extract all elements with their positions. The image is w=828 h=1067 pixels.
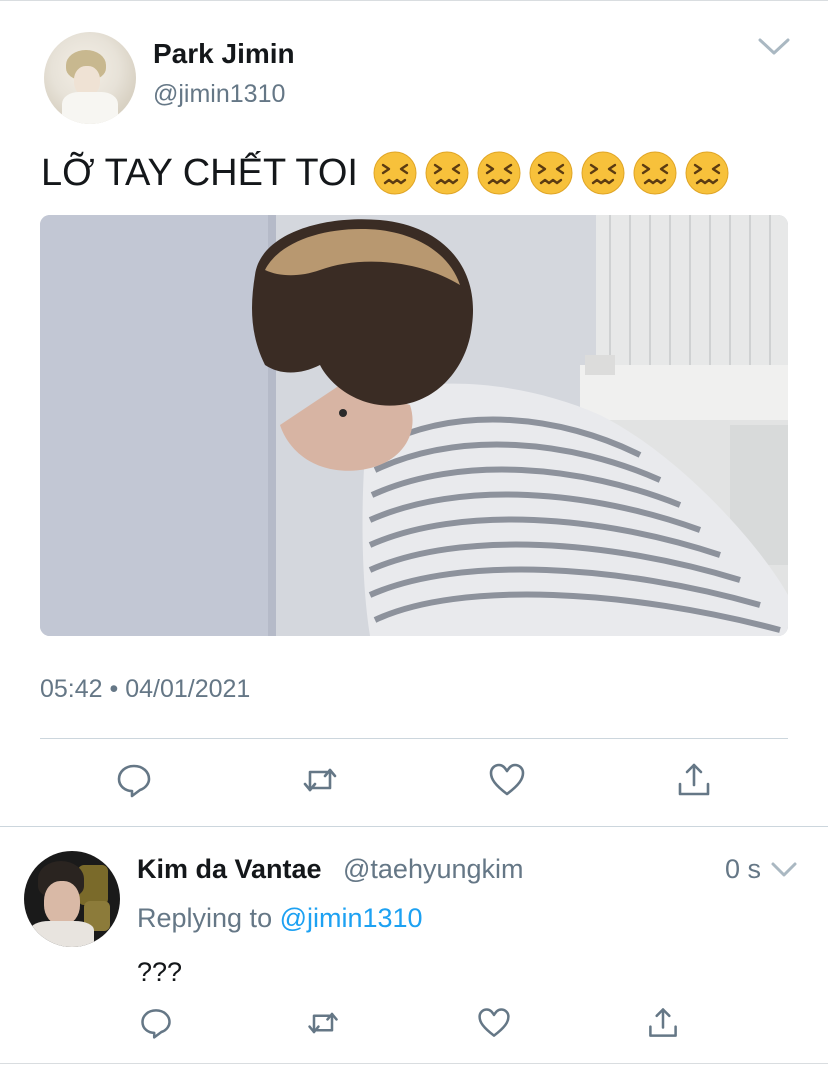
- tweet-actions: [0, 760, 828, 804]
- divider: [40, 738, 788, 739]
- confounded-face-icon: [373, 151, 417, 195]
- reply-author-handle[interactable]: @taehyungkim: [343, 854, 524, 885]
- reply-text: ???: [137, 957, 183, 987]
- confounded-face-icon: [477, 151, 521, 195]
- reply-tweet[interactable]: Kim da Vantae @taehyungkim 0 s Replying …: [0, 827, 828, 1067]
- retweet-icon[interactable]: [305, 1005, 341, 1041]
- avatar[interactable]: [24, 851, 120, 947]
- reply-icon[interactable]: [138, 1005, 174, 1041]
- reply-actions: [0, 1005, 828, 1045]
- tweet-text: LỠ TAY CHẾT TOI: [41, 150, 730, 196]
- main-tweet: Park Jimin @jimin1310 LỠ TAY CHẾT TOI 05…: [0, 0, 828, 826]
- tweet-media-image[interactable]: [40, 215, 788, 636]
- tweet-timestamp: 05:42 • 04/01/2021: [40, 675, 251, 703]
- avatar[interactable]: [44, 32, 136, 124]
- reply-icon[interactable]: [114, 760, 154, 800]
- replying-prefix: Replying to: [137, 903, 280, 933]
- share-icon[interactable]: [674, 760, 714, 800]
- emoji-row: [372, 150, 730, 196]
- chevron-down-icon[interactable]: [770, 861, 798, 879]
- bottom-divider: [0, 1063, 828, 1064]
- like-icon[interactable]: [487, 760, 527, 800]
- mention-link[interactable]: @jimin1310: [280, 903, 423, 933]
- confounded-face-icon: [685, 151, 729, 195]
- author-handle[interactable]: @jimin1310: [153, 80, 285, 109]
- reply-time: 0 s: [725, 854, 762, 884]
- confounded-face-icon: [633, 151, 677, 195]
- tweet-text-content: LỠ TAY CHẾT TOI: [41, 151, 358, 194]
- confounded-face-icon: [581, 151, 625, 195]
- retweet-icon[interactable]: [300, 760, 340, 800]
- confounded-face-icon: [529, 151, 573, 195]
- reply-author-name[interactable]: Kim da Vantae: [137, 854, 322, 885]
- share-icon[interactable]: [645, 1005, 681, 1041]
- like-icon[interactable]: [476, 1005, 512, 1041]
- confounded-face-icon: [425, 151, 469, 195]
- author-name[interactable]: Park Jimin: [153, 38, 295, 70]
- replying-to: Replying to @jimin1310: [137, 903, 423, 934]
- chevron-down-icon[interactable]: [757, 36, 791, 58]
